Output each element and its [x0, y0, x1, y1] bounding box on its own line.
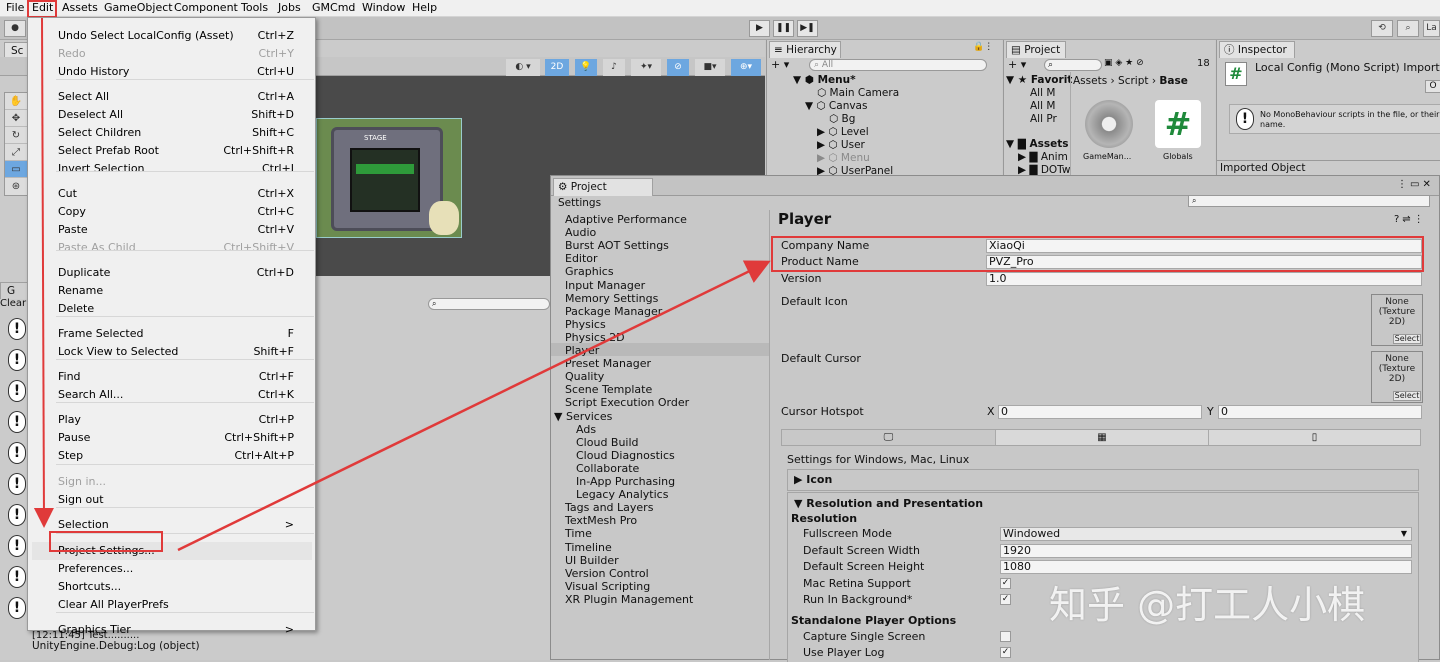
pointer-arrow: [177, 260, 771, 552]
annotation-arrows: [33, 17, 771, 552]
down-arrow: [33, 17, 54, 528]
